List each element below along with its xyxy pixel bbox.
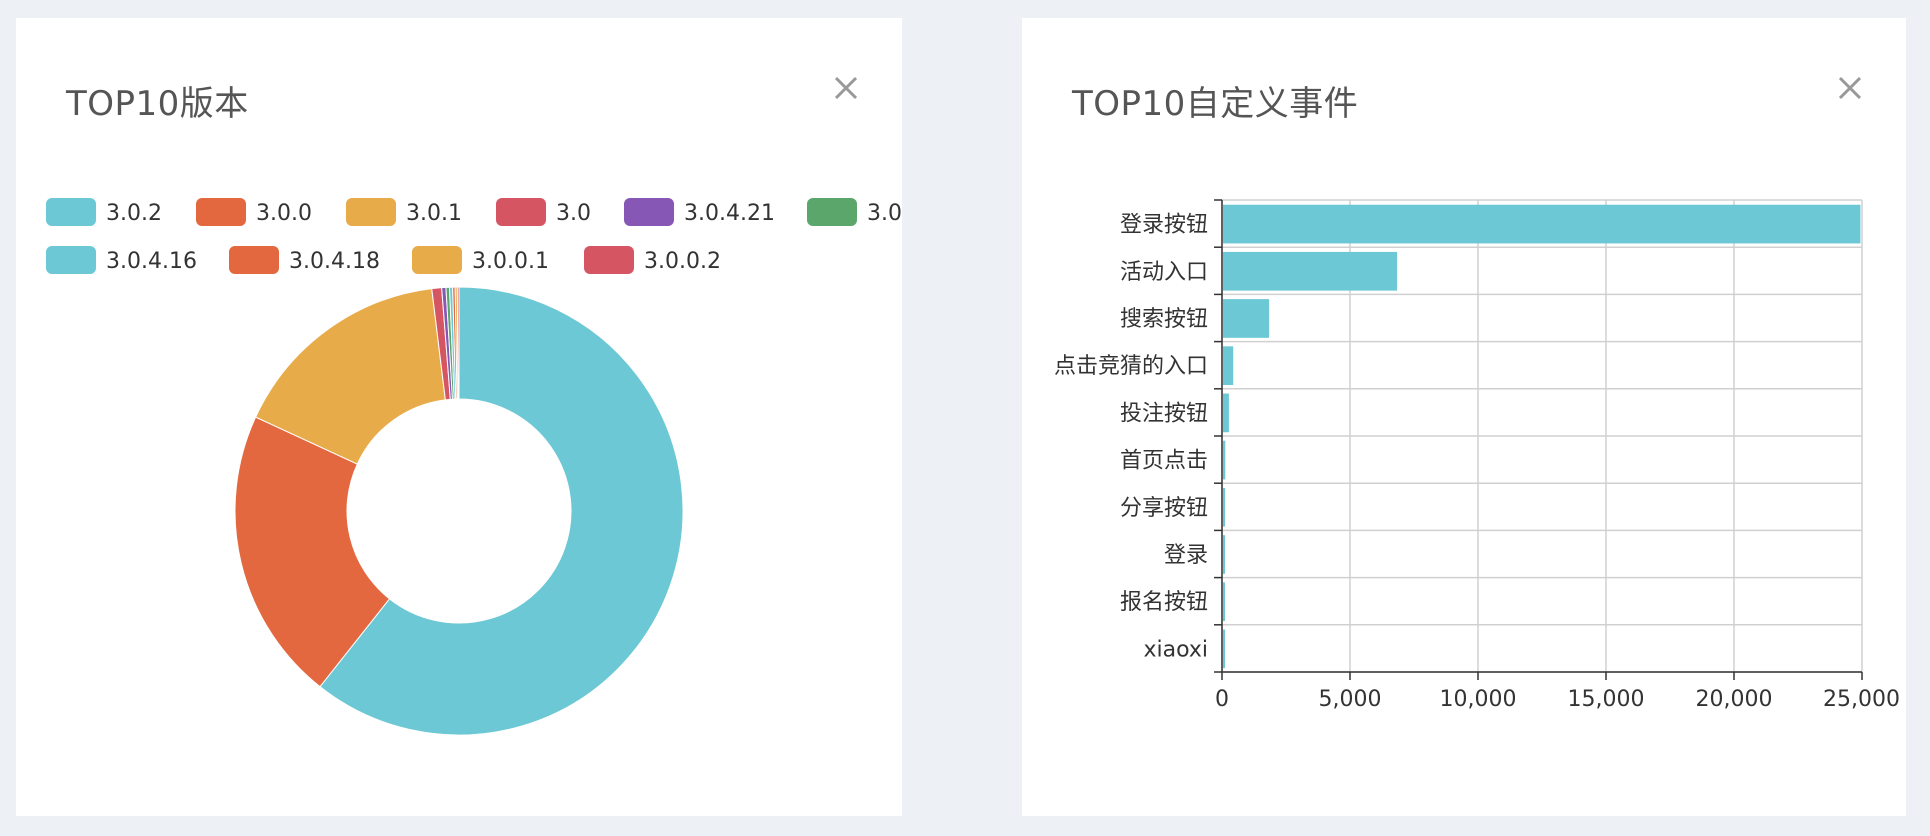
bar[interactable] (1223, 346, 1234, 386)
legend-swatch (229, 246, 279, 274)
donut-slices (234, 286, 684, 736)
legend-item[interactable]: 3.0.4.20 (807, 198, 902, 226)
legend-label: 3.0.2 (106, 201, 162, 226)
legend-swatch (584, 246, 634, 274)
legend-swatch (496, 198, 546, 226)
legend-label: 3.0.4.16 (106, 249, 197, 274)
bar[interactable] (1223, 393, 1229, 433)
y-tick-label: 分享按钮 (1120, 496, 1208, 521)
x-tick-label: 25,000 (1823, 687, 1900, 712)
y-tick-label: 登录 (1164, 543, 1208, 568)
legend-label: 3.0.0.2 (644, 249, 721, 274)
legend-swatch (624, 198, 674, 226)
bar[interactable] (1223, 299, 1270, 338)
x-tick-label: 10,000 (1440, 687, 1517, 712)
legend-item[interactable]: 3.0.2 (46, 198, 162, 226)
bar[interactable] (1223, 440, 1226, 480)
y-tick-label: 活动入口 (1120, 260, 1208, 285)
legend-item[interactable]: 3.0.4.16 (46, 246, 197, 274)
legend-item[interactable]: 3.0.0 (196, 198, 312, 226)
legend-label: 3.0.1 (406, 201, 462, 226)
legend-item[interactable]: 3.0.0.1 (412, 246, 549, 274)
events-bar-chart: 登录按钮活动入口搜索按钮点击竞猜的入口投注按钮首页点击分享按钮登录报名按钮 xia… (1054, 199, 1900, 712)
y-tick-label: 搜索按钮 (1120, 307, 1208, 332)
legend-swatch (46, 246, 96, 274)
bar[interactable] (1223, 535, 1225, 574)
x-tick-label: 0 (1215, 687, 1229, 712)
legend-item[interactable]: 3.0.0.2 (584, 246, 721, 274)
legend-item[interactable]: 3.0.4.21 (624, 198, 775, 226)
versions-legend: 3.0.2 3.0.0 3.0.1 3.0 3.0.4.21 3.0.4.20 3.0.4.… (46, 198, 902, 274)
legend-label: 3.0.4.20 (867, 201, 902, 226)
legend-item[interactable]: 3.0.1 (346, 198, 462, 226)
bar[interactable] (1223, 629, 1225, 669)
legend-label: 3.0 (556, 201, 591, 226)
x-tick-label: 15,000 (1568, 687, 1645, 712)
legend-swatch (412, 246, 462, 274)
bar[interactable] (1223, 582, 1225, 622)
x-tick-label: 5,000 (1319, 687, 1382, 712)
versions-panel: TOP10版本 3.0.23.0.03.0.13.03.0.4.213.0.4.… (16, 18, 902, 816)
x-tick-label: 20,000 (1696, 687, 1773, 712)
versions-donut-chart: 3.0.2 3.0.0 3.0.1 3.0 3.0.4.21 3.0.4.20 3.0.4.… (46, 198, 902, 736)
legend-swatch (807, 198, 857, 226)
y-tick-label: 点击竞猜的入口 (1054, 354, 1208, 379)
legend-swatch (46, 198, 96, 226)
bar[interactable] (1223, 487, 1226, 527)
legend-swatch (346, 198, 396, 226)
legend-label: 3.0.0 (256, 201, 312, 226)
donut-slice[interactable] (456, 286, 460, 400)
y-tick-label: 投注按钮 (1120, 401, 1208, 426)
bar[interactable] (1223, 204, 1861, 244)
legend-item[interactable]: 3.0.4.18 (229, 246, 380, 274)
y-tick-label: 报名按钮 (1120, 590, 1208, 615)
y-tick-label: 首页点击 (1120, 449, 1208, 474)
legend-swatch (196, 198, 246, 226)
legend-label: 3.0.4.21 (684, 201, 775, 226)
bar-axes: 登录按钮活动入口搜索按钮点击竞猜的入口投注按钮首页点击分享按钮登录报名按钮 xia… (1054, 199, 1900, 712)
y-tick-label: xiaoxi (1143, 637, 1208, 662)
legend-label: 3.0.4.18 (289, 249, 380, 274)
events-panel: TOP10自定义事件 登录按钮 活动入口 搜索按钮 点击竞猜的入口 投注按钮 首页点击 分享… (1022, 18, 1906, 816)
legend-item[interactable]: 3.0 (496, 198, 591, 226)
bar[interactable] (1223, 251, 1398, 291)
legend-label: 3.0.0.1 (472, 249, 549, 274)
y-tick-label: 登录按钮 (1120, 213, 1208, 238)
